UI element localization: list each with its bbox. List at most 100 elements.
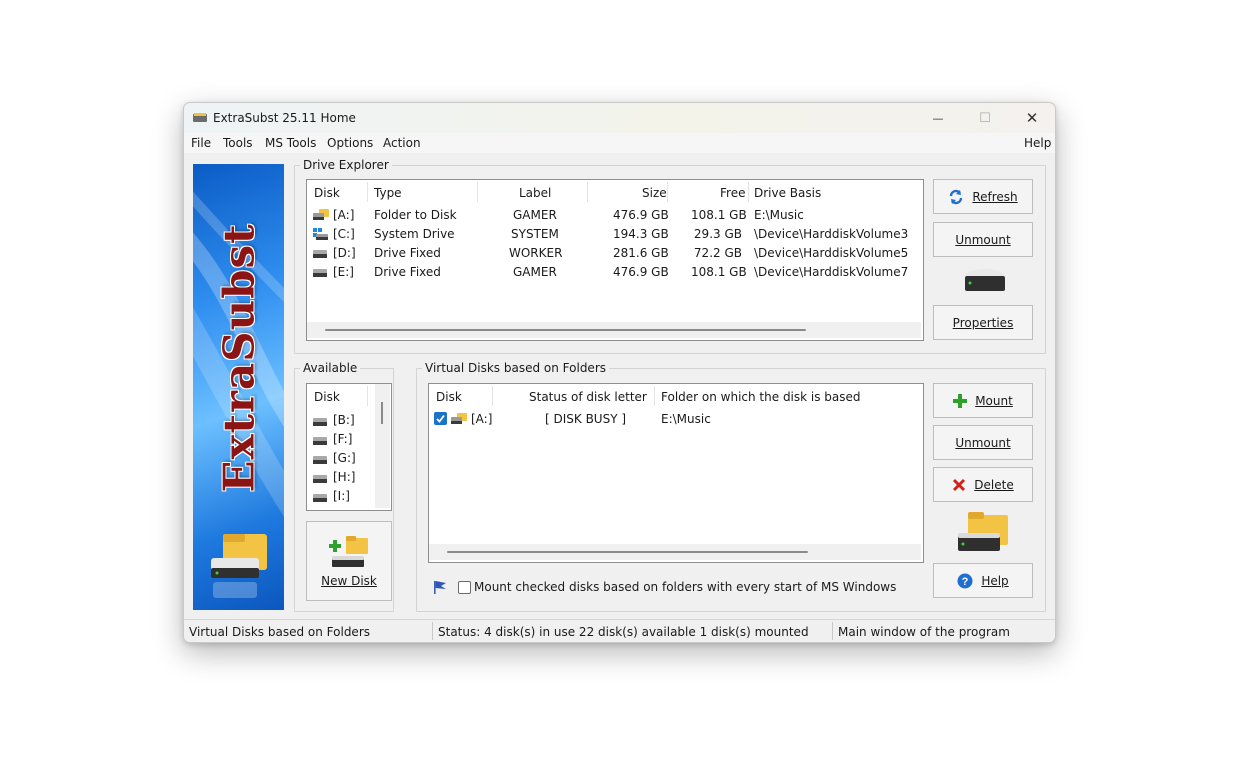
list-item[interactable]: [F:]: [307, 430, 373, 449]
horizontal-scrollbar[interactable]: [429, 544, 921, 560]
autostart-label[interactable]: Mount checked disks based on folders wit…: [474, 580, 896, 594]
list-item[interactable]: [H:]: [307, 468, 373, 487]
status-left: Virtual Disks based on Folders: [189, 625, 371, 639]
maximize-button[interactable]: ☐: [962, 103, 1008, 133]
windows-drive-icon: [313, 228, 329, 243]
table-row[interactable]: [D:] Drive Fixed WORKER 281.6 GB 72.2 GB…: [307, 244, 921, 263]
help-icon: ?: [957, 573, 973, 588]
title-bar: ExtraSubst 25.11 Home — ☐ ✕: [184, 103, 1055, 133]
col-available-disk[interactable]: Disk: [314, 390, 340, 404]
refresh-icon: [950, 189, 963, 204]
available-disk-label: [G:]: [333, 451, 356, 465]
table-row[interactable]: [C:] System Drive SYSTEM 194.3 GB 29.3 G…: [307, 225, 921, 244]
cell-free: 108.1 GB: [691, 265, 747, 279]
drive-icon: [964, 268, 1006, 297]
cell-basis: E:\Music: [754, 208, 804, 222]
delete-button[interactable]: Delete: [933, 467, 1033, 502]
autostart-checkbox[interactable]: [458, 581, 471, 594]
banner-drive-icon: [211, 534, 271, 603]
maximize-icon: ☐: [979, 110, 991, 126]
vdisk-disk: [A:]: [471, 412, 493, 426]
row-checkbox[interactable]: [434, 412, 447, 425]
menu-action[interactable]: Action: [383, 136, 421, 150]
col-folder[interactable]: Folder on which the disk is based: [661, 390, 861, 404]
new-disk-icon: [329, 536, 368, 567]
col-sep: [587, 182, 588, 202]
plus-icon: [953, 393, 968, 408]
menu-options[interactable]: Options: [327, 136, 373, 150]
table-row[interactable]: [A:] Folder to Disk GAMER 476.9 GB 108.1…: [307, 206, 921, 225]
table-row[interactable]: [A:] [ DISK BUSY ] E:\Music: [429, 410, 921, 429]
properties-button[interactable]: Properties: [933, 305, 1033, 340]
menu-help[interactable]: Help: [1024, 136, 1051, 150]
hard-drive-icon: [313, 416, 327, 430]
virtual-disks-label: Virtual Disks based on Folders: [422, 361, 610, 375]
cell-free: 108.1 GB: [691, 208, 747, 222]
drive-explorer-list[interactable]: Disk Type Label Size Free Drive Basis [A…: [306, 179, 924, 341]
col-drive-basis[interactable]: Drive Basis: [754, 186, 821, 200]
col-label[interactable]: Label: [519, 186, 551, 200]
status-middle: Status: 4 disk(s) in use 22 disk(s) avai…: [438, 625, 809, 639]
new-disk-button[interactable]: New Disk: [306, 521, 392, 601]
available-disk-label: [F:]: [333, 432, 353, 446]
unmount-vdisk-button[interactable]: Unmount: [933, 425, 1033, 460]
col-status[interactable]: Status of disk letter: [529, 390, 647, 404]
col-disk[interactable]: Disk: [314, 186, 340, 200]
list-item[interactable]: [B:]: [307, 411, 373, 430]
list-scrollbar[interactable]: [375, 384, 390, 508]
virtual-disks-list[interactable]: Disk Status of disk letter Folder on whi…: [428, 383, 924, 563]
col-size[interactable]: Size: [642, 186, 667, 200]
status-bar: Virtual Disks based on Folders Status: 4…: [184, 619, 1055, 642]
help-label: Help: [981, 573, 1009, 588]
cell-label: WORKER: [509, 246, 563, 260]
available-disk-label: [B:]: [333, 413, 355, 427]
col-sep: [367, 386, 368, 406]
list-item[interactable]: [G:]: [307, 449, 373, 468]
cell-size: 194.3 GB: [613, 227, 669, 241]
scrollbar-thumb[interactable]: [325, 329, 806, 331]
app-icon: [193, 112, 207, 122]
close-icon: ✕: [1025, 109, 1039, 127]
available-disk-label: [H:]: [333, 470, 356, 484]
available-disk-label: [I:]: [333, 489, 350, 503]
available-disk-list[interactable]: Disk [B:] [F:] [G:] [H:] [I:]: [306, 383, 392, 511]
horizontal-scrollbar[interactable]: [307, 322, 921, 338]
cell-label: GAMER: [513, 265, 557, 279]
col-vdisk[interactable]: Disk: [436, 390, 462, 404]
col-sep: [748, 182, 749, 202]
unmount-drive-label: Unmount: [955, 232, 1011, 247]
delete-x-icon: [953, 478, 966, 491]
scrollbar-thumb[interactable]: [447, 551, 808, 553]
cell-free: 72.2 GB: [693, 246, 742, 260]
mount-button[interactable]: Mount: [933, 383, 1033, 418]
refresh-button[interactable]: Refresh: [933, 179, 1033, 214]
cell-size: 281.6 GB: [613, 246, 669, 260]
col-free[interactable]: Free: [720, 186, 745, 200]
minimize-button[interactable]: —: [915, 103, 961, 133]
hard-drive-icon: [313, 473, 327, 487]
cell-free: 29.3 GB: [693, 227, 742, 241]
table-row[interactable]: [E:] Drive Fixed GAMER 476.9 GB 108.1 GB…: [307, 263, 921, 282]
cell-size: 476.9 GB: [613, 265, 669, 279]
drive-explorer-label: Drive Explorer: [300, 158, 392, 172]
minimize-icon: —: [932, 111, 944, 125]
unmount-drive-button[interactable]: Unmount: [933, 222, 1033, 257]
col-sep: [667, 182, 668, 202]
banner-text: ExtraSubst: [214, 223, 264, 493]
check-icon: [436, 414, 445, 423]
list-item[interactable]: [I:]: [307, 487, 373, 506]
cell-type: Drive Fixed: [374, 246, 441, 260]
menu-ms-tools[interactable]: MS Tools: [265, 136, 316, 150]
available-label: Available: [300, 361, 361, 375]
cell-type: Drive Fixed: [374, 265, 441, 279]
window-title: ExtraSubst 25.11 Home: [213, 111, 356, 125]
menu-file[interactable]: File: [191, 136, 211, 150]
col-type[interactable]: Type: [374, 186, 402, 200]
help-button[interactable]: ? Help: [933, 563, 1033, 598]
close-button[interactable]: ✕: [1009, 103, 1055, 133]
cell-basis: \Device\HarddiskVolume5: [754, 246, 909, 260]
delete-label: Delete: [974, 477, 1014, 492]
menu-bar: File Tools MS Tools Options Action Help: [184, 133, 1055, 153]
scrollbar-thumb[interactable]: [381, 402, 383, 424]
menu-tools[interactable]: Tools: [223, 136, 253, 150]
